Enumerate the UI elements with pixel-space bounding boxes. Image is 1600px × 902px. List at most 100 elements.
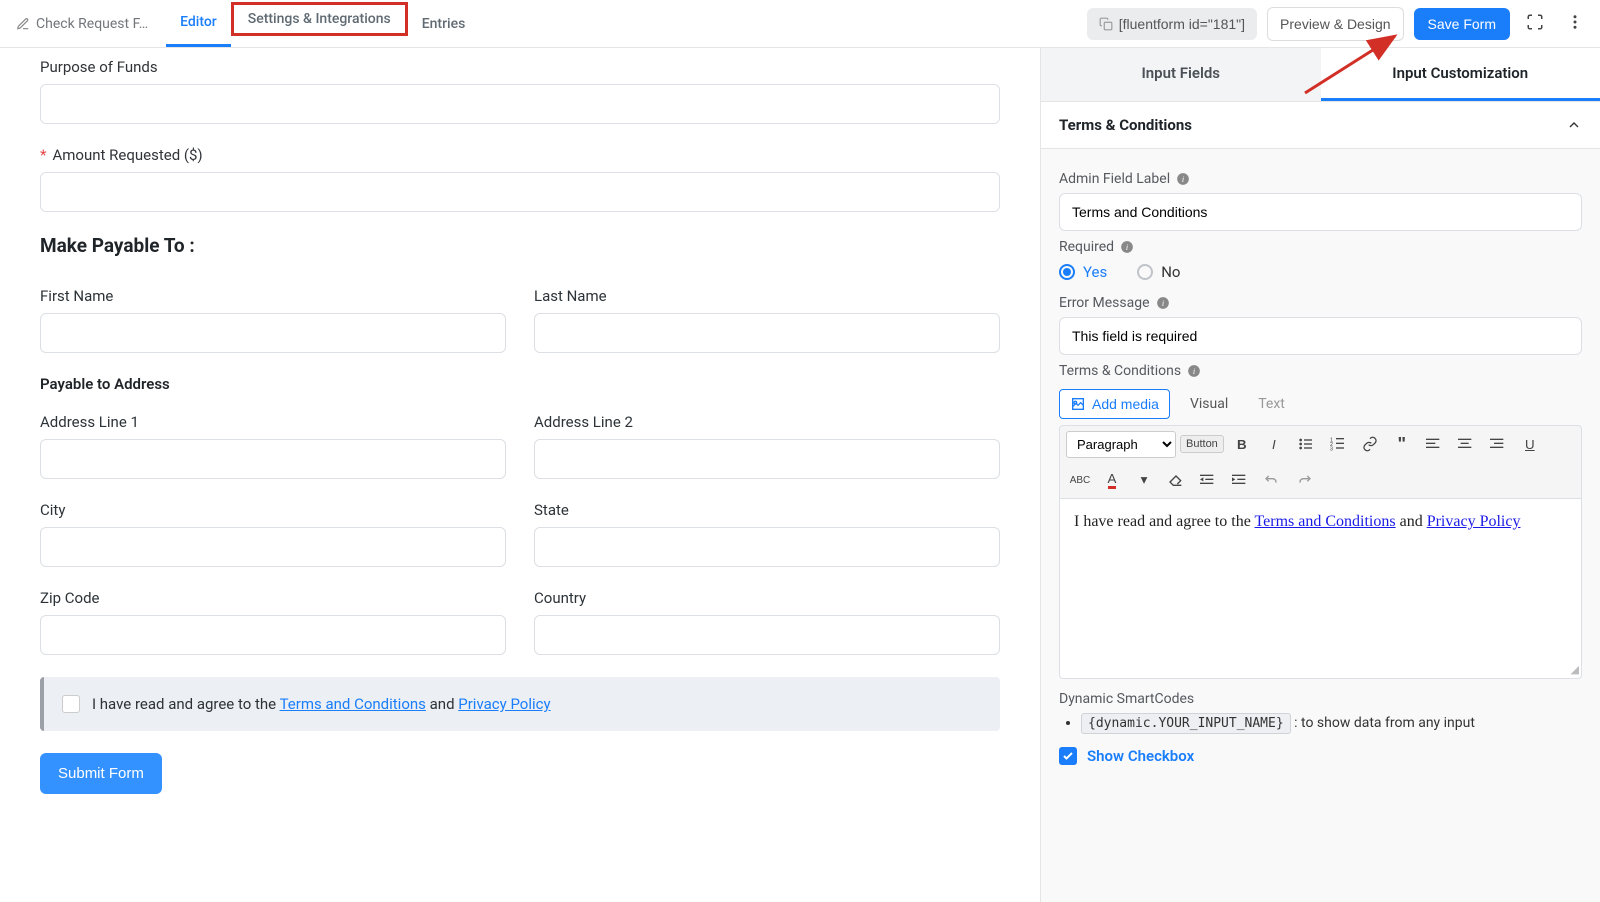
bullet-list-button[interactable] (1292, 430, 1320, 458)
textcolor-dropdown[interactable]: ▾ (1130, 466, 1158, 494)
eraser-icon (1168, 472, 1184, 488)
input-amount[interactable] (40, 172, 1000, 212)
svg-text:3: 3 (1330, 447, 1333, 452)
admin-label-input[interactable] (1059, 193, 1582, 231)
editor-link-1[interactable]: Terms and Conditions (1255, 513, 1396, 530)
align-center-button[interactable] (1452, 430, 1480, 458)
radio-yes[interactable]: Yes (1059, 263, 1107, 281)
preview-button[interactable]: Preview & Design (1267, 7, 1404, 41)
field-amount: *Amount Requested ($) (40, 146, 1000, 212)
checkbox-checked-icon (1059, 747, 1077, 765)
editor-link-2[interactable]: Privacy Policy (1427, 513, 1521, 530)
row-zip-country: Zip Code Country (40, 589, 1000, 655)
input-addr2[interactable] (534, 439, 1000, 479)
quote-button[interactable]: " (1388, 430, 1416, 458)
shortcode-button[interactable]: [fluentform id="181"] (1087, 8, 1257, 40)
editor-content[interactable]: I have read and agree to the Terms and C… (1059, 499, 1582, 679)
bullet-icon (1298, 436, 1314, 452)
radio-no[interactable]: No (1137, 263, 1180, 281)
row-city-state: City State (40, 501, 1000, 567)
label-state: State (534, 501, 1000, 519)
outdent-button[interactable] (1194, 466, 1222, 494)
label-city: City (40, 501, 506, 519)
row-name: First Name Last Name (40, 287, 1000, 353)
label-zip: Zip Code (40, 589, 506, 607)
topbar-right: [fluentform id="181"] Preview & Design S… (1087, 7, 1590, 41)
info-icon: i (1176, 172, 1190, 186)
admin-label: Admin Field Label i (1059, 171, 1582, 187)
input-last-name[interactable] (534, 313, 1000, 353)
visual-tab[interactable]: Visual (1180, 390, 1238, 418)
show-checkbox-row[interactable]: Show Checkbox (1059, 747, 1582, 765)
tabs: Editor Settings & Integrations Entries (166, 0, 479, 47)
form-title-text: Check Request F… (36, 16, 148, 32)
chevron-up-icon (1566, 117, 1582, 133)
add-media-button[interactable]: Add media (1059, 389, 1170, 419)
save-button[interactable]: Save Form (1414, 8, 1510, 40)
panel-header[interactable]: Terms & Conditions (1041, 102, 1600, 149)
indent-button[interactable] (1226, 466, 1254, 494)
info-icon: i (1120, 240, 1134, 254)
show-checkbox-label: Show Checkbox (1087, 747, 1194, 765)
underline-button[interactable]: U (1516, 430, 1544, 458)
indent-icon (1232, 472, 1248, 488)
redo-button[interactable] (1290, 466, 1318, 494)
error-input[interactable] (1059, 317, 1582, 355)
align-right-icon (1490, 436, 1506, 452)
address-heading: Payable to Address (40, 375, 1000, 393)
undo-icon (1264, 472, 1280, 488)
clear-format-button[interactable] (1162, 466, 1190, 494)
numlist-icon: 123 (1330, 436, 1346, 452)
align-left-icon (1426, 436, 1442, 452)
terms-link-2[interactable]: Privacy Policy (458, 695, 550, 713)
number-list-button[interactable]: 123 (1324, 430, 1352, 458)
more-button[interactable] (1560, 7, 1590, 40)
label-purpose: Purpose of Funds (40, 58, 1000, 76)
text-tab[interactable]: Text (1248, 390, 1295, 418)
tab-entries[interactable]: Entries (408, 0, 480, 47)
form-canvas: Purpose of Funds *Amount Requested ($) M… (0, 48, 1040, 902)
submit-button[interactable]: Submit Form (40, 753, 162, 794)
input-zip[interactable] (40, 615, 506, 655)
link-button[interactable] (1356, 430, 1384, 458)
terms-checkbox[interactable] (62, 695, 80, 713)
fullscreen-button[interactable] (1520, 7, 1550, 40)
label-first-name: First Name (40, 287, 506, 305)
input-purpose[interactable] (40, 84, 1000, 124)
tab-settings[interactable]: Settings & Integrations (231, 2, 408, 36)
input-city[interactable] (40, 527, 506, 567)
align-right-button[interactable] (1484, 430, 1512, 458)
italic-button[interactable]: I (1260, 430, 1288, 458)
panel-body: Admin Field Label i Required i Yes No Er… (1041, 149, 1600, 902)
redo-icon (1296, 472, 1312, 488)
label-last-name: Last Name (534, 287, 1000, 305)
outdent-icon (1200, 472, 1216, 488)
smartcode-item: {dynamic.YOUR_INPUT_NAME} : to show data… (1081, 715, 1582, 731)
tab-editor[interactable]: Editor (166, 0, 231, 47)
input-country[interactable] (534, 615, 1000, 655)
panel-title: Terms & Conditions (1059, 116, 1192, 134)
side-tab-fields[interactable]: Input Fields (1041, 48, 1321, 101)
insert-button[interactable]: Button (1180, 435, 1224, 453)
smartcode-list: {dynamic.YOUR_INPUT_NAME} : to show data… (1081, 715, 1582, 731)
required-asterisk: * (40, 146, 46, 164)
media-icon (1070, 396, 1086, 412)
format-select[interactable]: Paragraph (1066, 431, 1176, 458)
kebab-icon (1566, 13, 1584, 31)
side-tab-customization[interactable]: Input Customization (1321, 48, 1600, 101)
terms-field-block[interactable]: I have read and agree to the Terms and C… (40, 677, 1000, 731)
input-state[interactable] (534, 527, 1000, 567)
align-left-button[interactable] (1420, 430, 1448, 458)
terms-link-1[interactable]: Terms and Conditions (280, 695, 426, 713)
radio-icon (1059, 264, 1075, 280)
sidebar: Input Fields Input Customization Terms &… (1040, 48, 1600, 902)
info-icon: i (1156, 296, 1170, 310)
resize-handle-icon[interactable]: ◢ (1571, 663, 1579, 676)
input-first-name[interactable] (40, 313, 506, 353)
strike-button[interactable]: ABC (1066, 466, 1094, 494)
textcolor-button[interactable]: A (1098, 466, 1126, 494)
error-label: Error Message i (1059, 295, 1582, 311)
input-addr1[interactable] (40, 439, 506, 479)
undo-button[interactable] (1258, 466, 1286, 494)
bold-button[interactable]: B (1228, 430, 1256, 458)
